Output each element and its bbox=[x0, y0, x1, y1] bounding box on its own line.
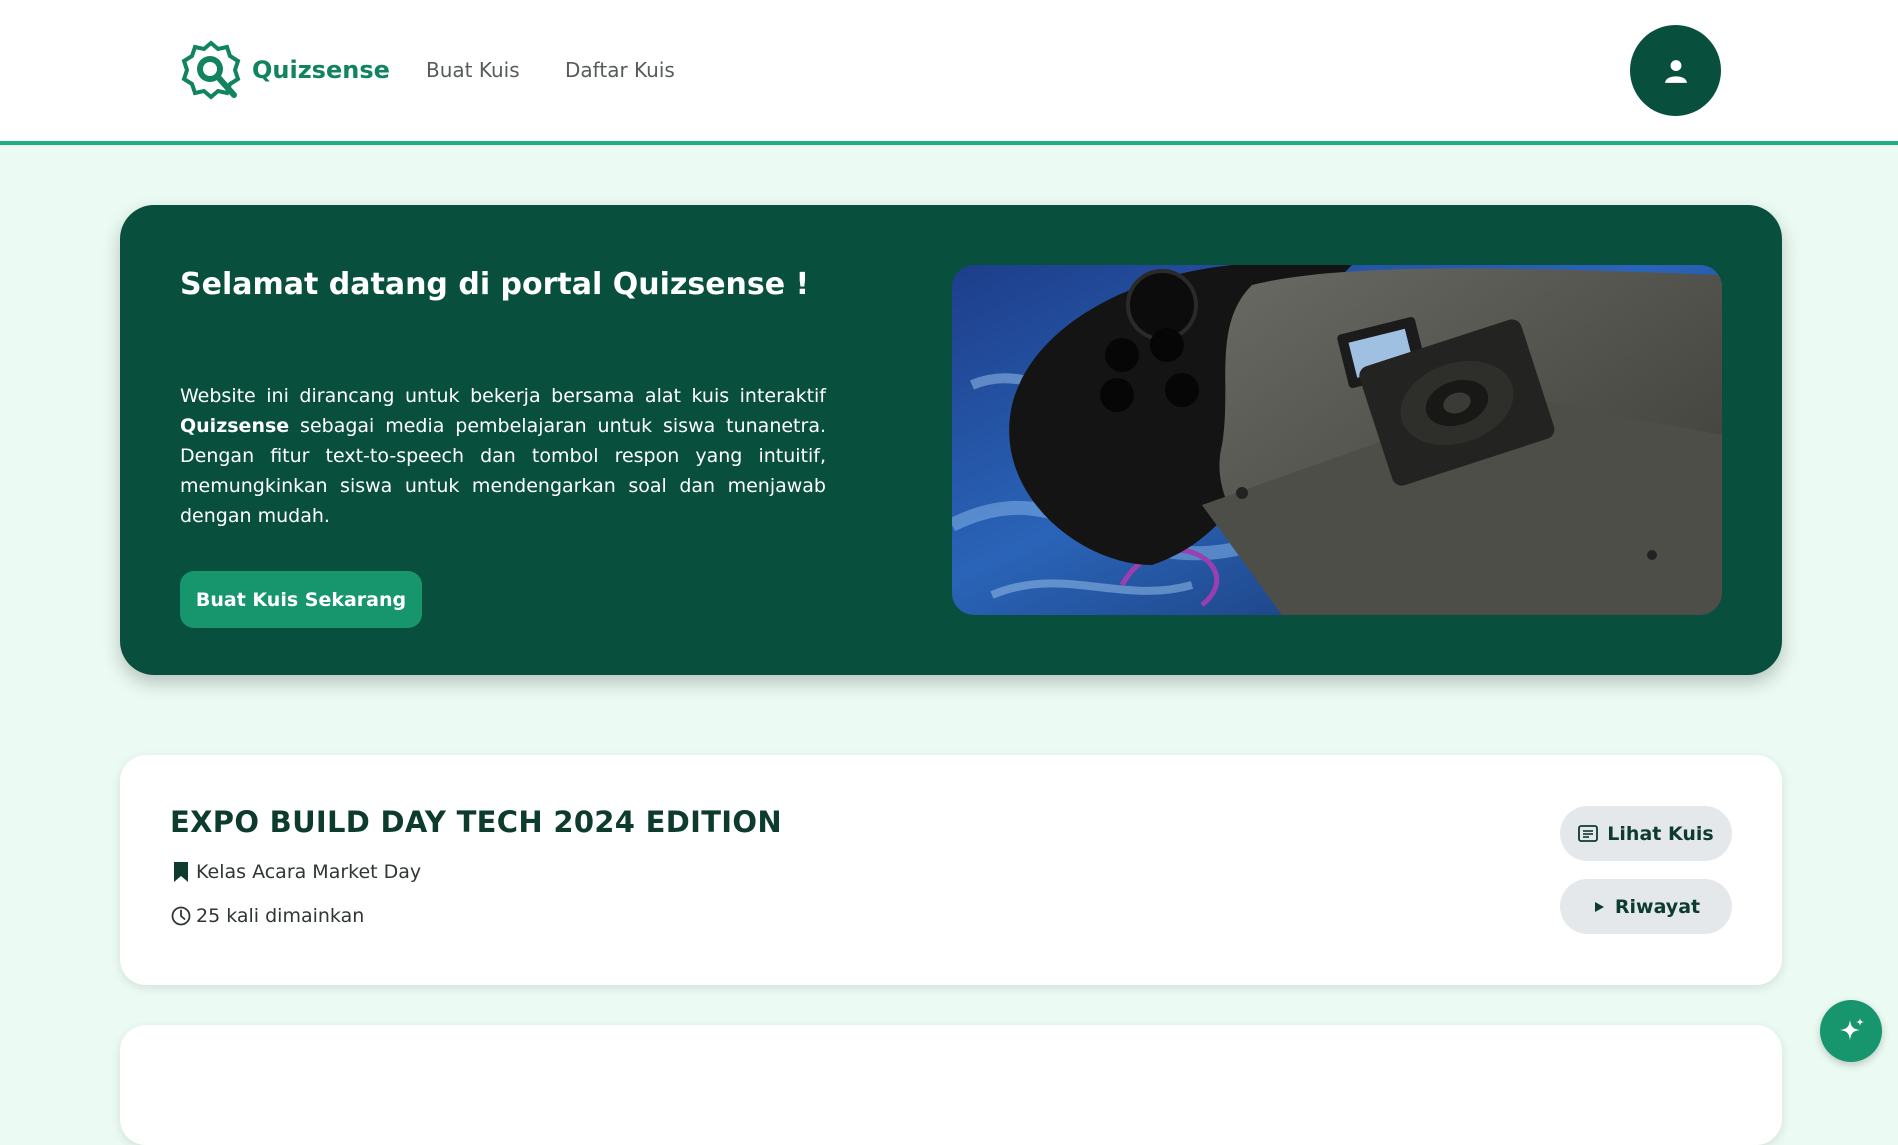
nav-link-buat-kuis[interactable]: Buat Kuis bbox=[426, 58, 520, 82]
hero-desc-brand: Quizsense bbox=[180, 415, 290, 437]
quiz-class-label: Kelas Acara Market Day bbox=[196, 861, 422, 883]
brand-logo-link[interactable]: Quizsense bbox=[178, 37, 390, 103]
user-icon bbox=[1664, 59, 1687, 83]
quiz-play-count-label: 25 kali dimainkan bbox=[196, 905, 365, 927]
view-quiz-label: Lihat Kuis bbox=[1607, 822, 1714, 845]
ai-assistant-button[interactable] bbox=[1820, 1000, 1882, 1062]
sparkle-icon bbox=[1840, 1018, 1864, 1040]
navbar: Quizsense Buat Kuis Daftar Kuis bbox=[0, 0, 1898, 145]
history-button[interactable]: Riwayat bbox=[1560, 879, 1732, 934]
bookmark-icon bbox=[170, 861, 192, 883]
hero-description: Website ini dirancang untuk bekerja bers… bbox=[180, 381, 826, 531]
quiz-play-count: 25 kali dimainkan bbox=[170, 905, 364, 927]
hero-title: Selamat datang di portal Quizsense ! bbox=[180, 267, 810, 302]
hero-banner: Selamat datang di portal Quizsense ! Web… bbox=[120, 205, 1782, 675]
hero-desc-start: Website ini dirancang untuk bekerja bers… bbox=[180, 385, 826, 407]
list-icon bbox=[1578, 825, 1599, 842]
quiz-class: Kelas Acara Market Day bbox=[170, 861, 421, 883]
quiz-title: EXPO BUILD DAY TECH 2024 EDITION bbox=[170, 805, 782, 839]
quizsense-logo-icon bbox=[181, 40, 241, 100]
clock-icon bbox=[170, 905, 192, 927]
device-photo bbox=[952, 265, 1722, 615]
quiz-card-partial bbox=[120, 1025, 1782, 1145]
nav-link-daftar-kuis[interactable]: Daftar Kuis bbox=[565, 58, 675, 82]
profile-button[interactable] bbox=[1630, 25, 1721, 116]
quiz-card: EXPO BUILD DAY TECH 2024 EDITION Kelas A… bbox=[120, 755, 1782, 985]
history-label: Riwayat bbox=[1614, 895, 1701, 918]
view-quiz-button[interactable]: Lihat Kuis bbox=[1560, 806, 1732, 861]
create-quiz-now-button[interactable]: Buat Kuis Sekarang bbox=[180, 571, 422, 628]
brand-name: Quizsense bbox=[252, 56, 390, 84]
play-icon bbox=[1592, 900, 1606, 914]
hero-image bbox=[952, 265, 1722, 615]
